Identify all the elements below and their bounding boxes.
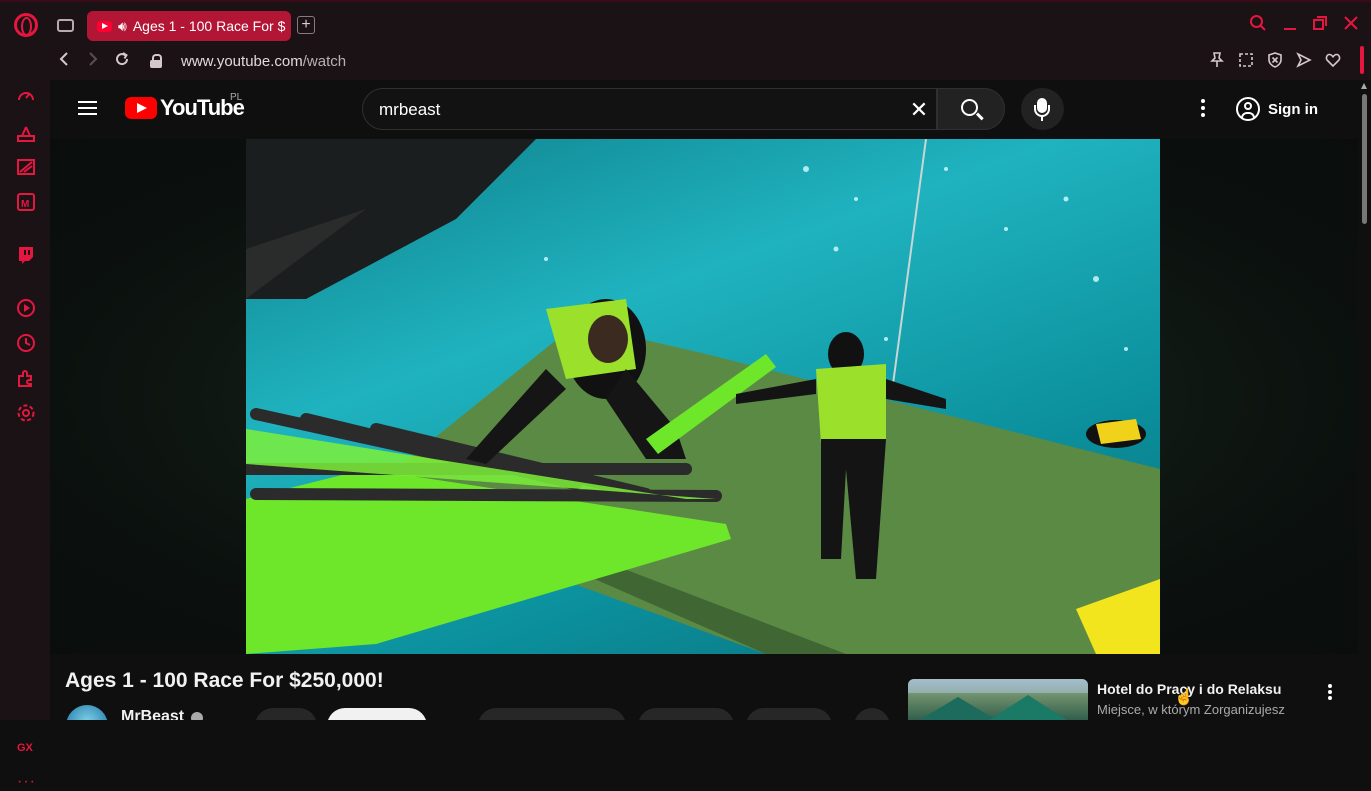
settings-kebab-icon[interactable] xyxy=(1198,97,1208,121)
subscribe-button[interactable] xyxy=(327,708,427,720)
url-path: /watch xyxy=(302,53,347,70)
search-input[interactable] xyxy=(379,99,879,121)
video-player[interactable] xyxy=(50,139,1358,654)
back-icon[interactable] xyxy=(54,50,74,72)
sign-in-label: Sign in xyxy=(1268,100,1318,118)
youtube-logo-icon[interactable] xyxy=(125,97,157,119)
video-frame[interactable] xyxy=(246,139,1160,654)
player-icon[interactable] xyxy=(15,298,37,320)
opera-sidebar: M GX ··· xyxy=(0,80,50,790)
settings-icon[interactable] xyxy=(15,403,37,425)
country-code: PL xyxy=(230,92,243,103)
tab-title: Ages 1 - 100 Race For $ xyxy=(132,18,286,34)
share-button[interactable] xyxy=(638,708,734,720)
new-tab-button[interactable]: + xyxy=(297,16,315,34)
reload-icon[interactable] xyxy=(112,50,132,72)
close-icon[interactable] xyxy=(1340,14,1362,36)
address-bar[interactable]: www.youtube.com/watch xyxy=(181,53,346,70)
extensions-icon[interactable] xyxy=(15,368,37,390)
gx-label[interactable]: GX xyxy=(17,742,33,754)
join-button[interactable] xyxy=(255,708,317,720)
microphone-stand xyxy=(1034,105,1050,121)
share-icon[interactable] xyxy=(1295,52,1313,70)
maximize-icon[interactable] xyxy=(1309,14,1331,36)
browser-topbar: 🔊︎ Ages 1 - 100 Race For $ + www.youtube… xyxy=(0,0,1371,80)
history-icon[interactable] xyxy=(15,333,37,355)
channel-avatar[interactable] xyxy=(66,705,108,720)
video-title: Ages 1 - 100 Race For $250,000! xyxy=(65,669,384,692)
channel-name[interactable]: MrBeast xyxy=(121,708,184,720)
heart-icon[interactable] xyxy=(1324,52,1342,70)
opera-logo-icon[interactable] xyxy=(14,13,38,37)
pin-icon[interactable] xyxy=(1208,52,1226,70)
search-button[interactable] xyxy=(937,88,1005,130)
lock-icon[interactable] xyxy=(150,54,162,68)
minimize-icon[interactable] xyxy=(1279,14,1301,36)
tabs-icon[interactable] xyxy=(57,19,74,32)
save-button[interactable] xyxy=(746,708,832,720)
gx-control-icon[interactable] xyxy=(15,123,37,145)
search-box: ✕ xyxy=(362,88,937,130)
hand-cursor-icon: ☝ xyxy=(1174,689,1194,706)
scroll-thumb[interactable] xyxy=(1362,94,1367,224)
recommendation-thumbnail[interactable] xyxy=(908,679,1088,720)
svg-text:M: M xyxy=(21,199,29,210)
search-icon xyxy=(961,99,978,116)
clear-search-icon[interactable]: ✕ xyxy=(907,98,931,122)
gx-corner-icon[interactable] xyxy=(15,157,37,179)
menu-icon[interactable] xyxy=(78,101,97,115)
sidebar-more-button[interactable]: ··· xyxy=(17,773,36,791)
gx-accent-bar xyxy=(1360,46,1364,74)
verified-icon xyxy=(191,712,203,720)
account-icon xyxy=(1236,97,1260,121)
speaker-icon[interactable]: 🔊︎ xyxy=(118,18,127,35)
recommendation-kebab-icon[interactable] xyxy=(1326,683,1334,703)
messenger-icon[interactable]: M xyxy=(15,192,37,214)
speed-dial-icon[interactable] xyxy=(15,86,37,108)
page-scrollbar[interactable] xyxy=(1358,80,1371,720)
snapshot-icon[interactable] xyxy=(1237,52,1255,70)
like-dislike-button[interactable] xyxy=(478,708,626,720)
active-tab[interactable]: 🔊︎ Ages 1 - 100 Race For $ xyxy=(87,11,291,41)
url-host: www.youtube.com xyxy=(181,53,303,70)
youtube-page: YouTube PL ✕ Sign in xyxy=(50,80,1358,720)
forward-icon[interactable] xyxy=(83,50,103,72)
video-scene xyxy=(246,139,1160,654)
sign-in-button[interactable]: Sign in xyxy=(1236,94,1318,124)
voice-search-button[interactable] xyxy=(1021,88,1064,130)
twitch-icon[interactable] xyxy=(15,245,37,267)
scroll-up-icon[interactable] xyxy=(1361,83,1367,89)
youtube-favicon-icon xyxy=(97,20,112,32)
adblock-icon[interactable] xyxy=(1266,52,1284,70)
more-actions-button[interactable] xyxy=(854,708,890,720)
search-icon[interactable] xyxy=(1247,14,1269,36)
